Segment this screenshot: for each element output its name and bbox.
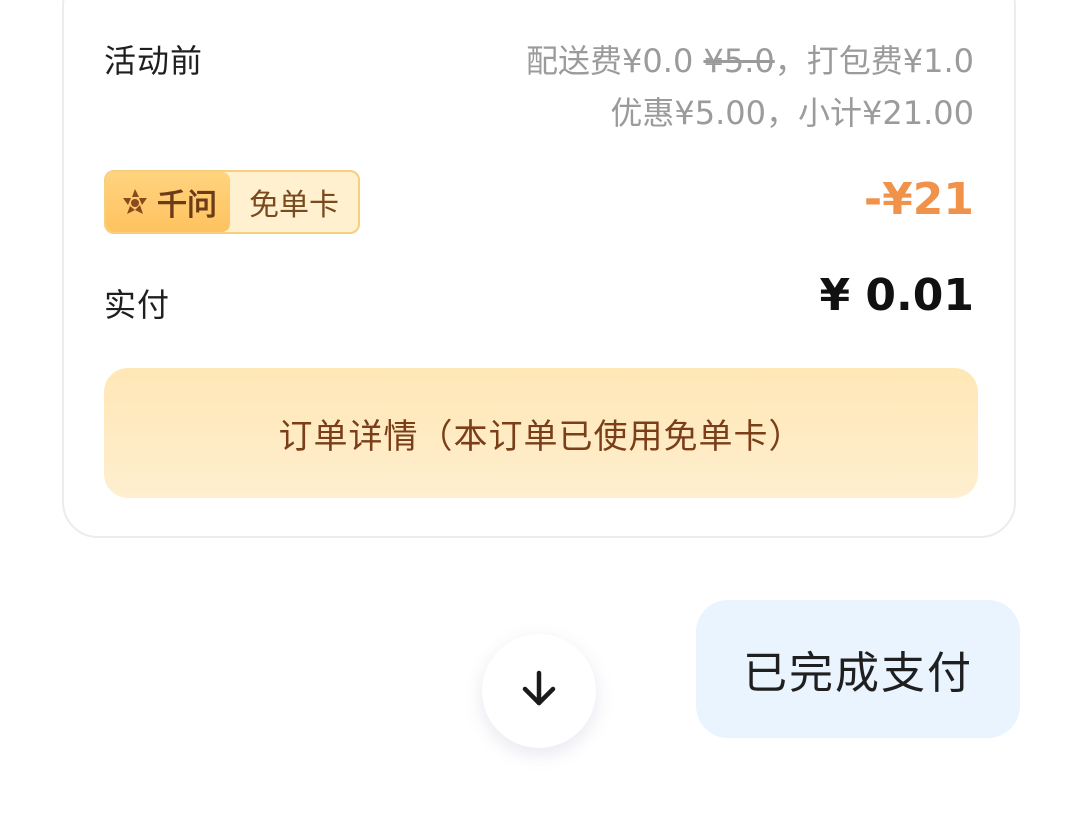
delivery-fee-label: 配送费 (526, 42, 623, 80)
discount-label: 优惠 (610, 94, 675, 132)
fee-separator: ， (766, 94, 799, 132)
delivery-fee-value: ¥0.0 (622, 42, 694, 80)
order-detail-button[interactable]: 订单详情（本订单已使用免单卡） (104, 368, 978, 498)
before-activity-label: 活动前 (104, 42, 204, 80)
subtotal-value: ¥21.00 (862, 94, 974, 132)
fee-line-discount-subtotal: 优惠¥5.00，小计¥21.00 (610, 88, 974, 134)
paid-amount: ¥ 0.01 (819, 270, 975, 321)
packing-fee-value: ¥1.0 (902, 42, 974, 80)
arrow-down-icon (517, 667, 561, 715)
chat-message-bubble: 已完成支付 (696, 600, 1020, 738)
discount-value: ¥5.00 (674, 94, 766, 132)
subtotal-label: 小计 (798, 94, 863, 132)
qianwen-star-icon (119, 186, 151, 218)
discount-amount: -¥21 (863, 174, 974, 225)
order-summary-card: 活动前 配送费¥0.0 ¥5.0，打包费¥1.0 优惠¥5.00，小计¥21.0… (62, 0, 1016, 538)
badge-brand-section: 千问 (106, 172, 230, 232)
badge-card-name: 免单卡 (249, 188, 339, 223)
badge-brand-text: 千问 (157, 188, 217, 223)
scroll-down-button[interactable] (482, 634, 596, 748)
fee-line-delivery-packing: 配送费¥0.0 ¥5.0，打包费¥1.0 (526, 36, 974, 82)
packing-fee-label: 打包费 (806, 42, 903, 80)
qianwen-free-card-badge: 千问 免单卡 (104, 170, 360, 234)
fee-separator: ， (774, 42, 807, 80)
paid-label: 实付 (104, 286, 171, 324)
delivery-fee-original: ¥5.0 (703, 42, 775, 80)
